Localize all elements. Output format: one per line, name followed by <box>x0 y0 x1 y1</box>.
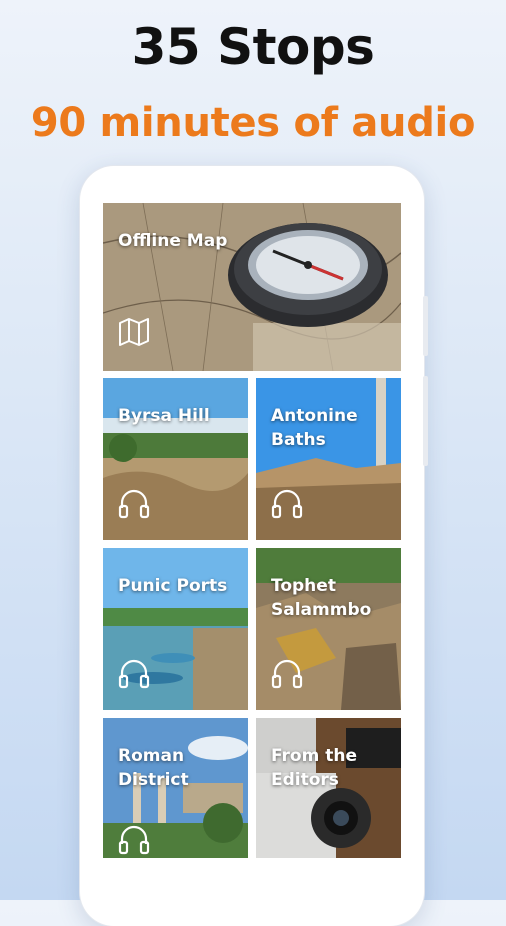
headphones-icon <box>118 659 150 689</box>
tile-antonine-baths[interactable]: Antonine Baths <box>256 378 401 540</box>
map-icon <box>119 318 149 346</box>
tile-punic-ports-label: Punic Ports <box>118 576 228 596</box>
tile-tophet-salammbo-label: Tophet Salammbo <box>271 576 372 620</box>
promo-headline: 35 Stops <box>131 18 375 76</box>
app-screen: Offline Map Byrsa Hill Antonine Baths Pu… <box>103 203 401 903</box>
phone-side-button <box>423 296 428 356</box>
headphones-icon <box>271 489 303 519</box>
tile-offline-map[interactable]: Offline Map <box>103 203 401 371</box>
headphones-icon <box>271 659 303 689</box>
tile-byrsa-hill-label: Byrsa Hill <box>118 406 210 426</box>
phone-frame: Offline Map Byrsa Hill Antonine Baths Pu… <box>80 166 428 926</box>
tile-punic-ports[interactable]: Punic Ports <box>103 548 248 710</box>
headphones-icon <box>118 489 150 519</box>
tile-offline-map-label: Offline Map <box>118 231 228 251</box>
tile-roman-district[interactable]: Roman District <box>103 718 248 858</box>
headphones-icon <box>118 825 150 855</box>
phone-volume-button <box>423 376 428 466</box>
tile-from-the-editors-label: From the Editors <box>271 746 357 790</box>
tile-from-the-editors[interactable]: From the Editors <box>256 718 401 858</box>
tile-tophet-salammbo[interactable]: Tophet Salammbo <box>256 548 401 710</box>
tile-antonine-baths-label: Antonine Baths <box>271 406 358 450</box>
promo-subheadline: 90 minutes of audio <box>30 100 476 146</box>
tile-byrsa-hill[interactable]: Byrsa Hill <box>103 378 248 540</box>
tile-roman-district-label: Roman District <box>118 746 189 790</box>
